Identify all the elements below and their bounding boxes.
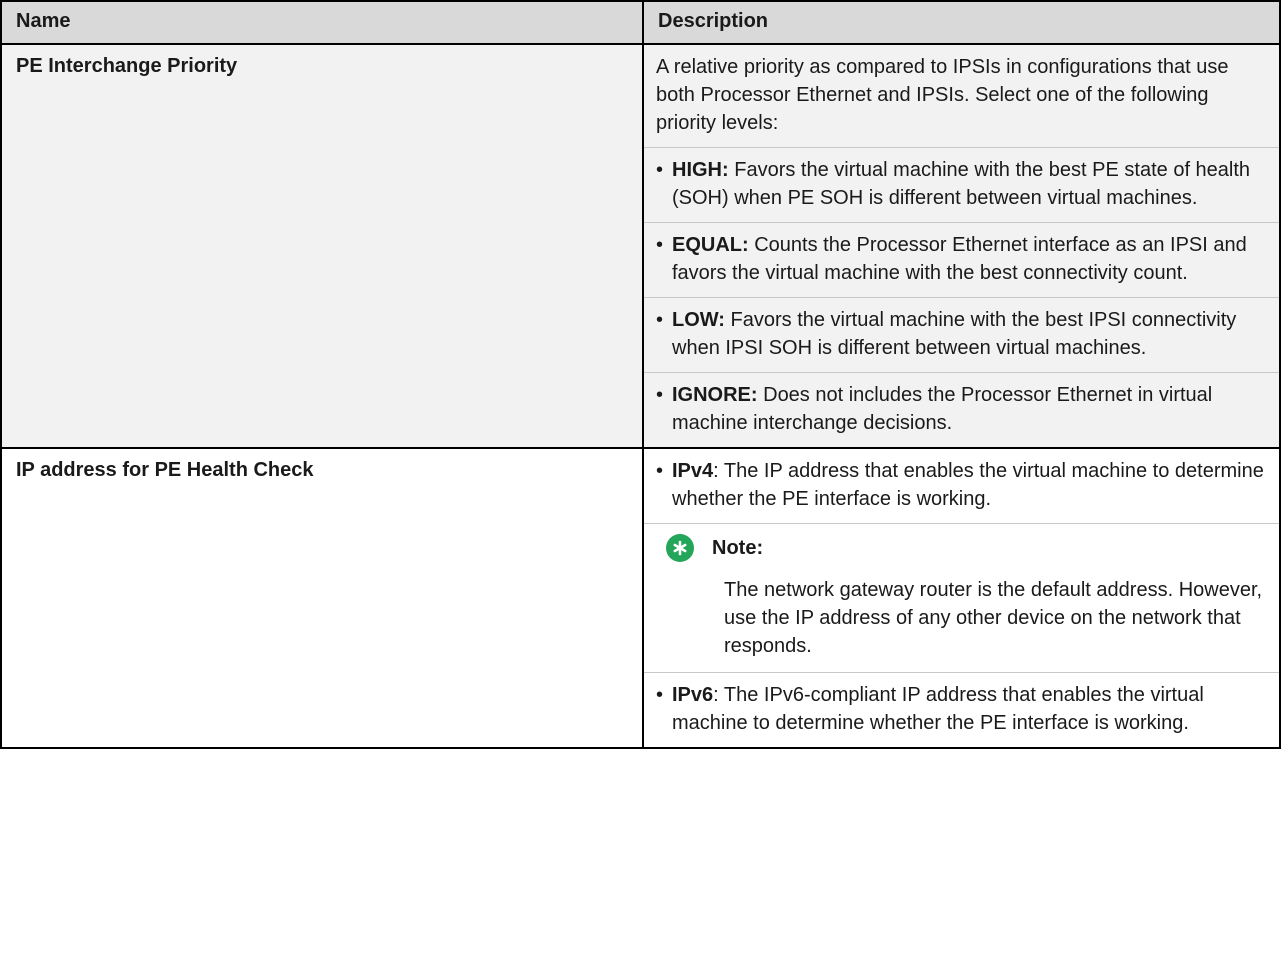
list-item-text: Favors the virtual machine with the best… xyxy=(672,159,1251,209)
list-item-text: Favors the virtual machine with the best… xyxy=(672,309,1237,359)
list-item-term: EQUAL: xyxy=(672,234,749,256)
list-item-term: IPv4 xyxy=(672,460,714,482)
list-item: • IGNORE: Does not includes the Processor… xyxy=(656,384,1213,434)
field-description: • IPv4: The IP address that enables the v… xyxy=(642,447,1281,749)
list-item: • IPv4: The IP address that enables the v… xyxy=(644,449,1279,524)
field-name-pe-interchange-priority: PE Interchange Priority xyxy=(0,43,644,449)
table-header-row: Name Description xyxy=(0,0,1281,45)
list-item: • LOW: Favors the virtual machine with th… xyxy=(644,298,1279,373)
column-header-description: Description xyxy=(642,0,1281,45)
list-item: • HIGH: Favors the virtual machine with t… xyxy=(644,148,1279,223)
note-block: Note: The network gateway router is the … xyxy=(644,524,1279,673)
list-item: • EQUAL: Counts the Processor Ethernet in… xyxy=(644,223,1279,298)
description-intro: A relative priority as compared to IPSIs… xyxy=(644,45,1279,148)
note-label: Note: xyxy=(712,537,764,559)
list-item-term: IPv6 xyxy=(672,684,714,706)
list-item-term: LOW: xyxy=(672,309,725,331)
table-row: PE Interchange Priority A relative prior… xyxy=(0,43,1281,449)
list-item-text: : The IPv6-compliant IP address that ena… xyxy=(672,684,1204,734)
list-item-text: Counts the Processor Ethernet interface … xyxy=(672,234,1247,284)
field-description: A relative priority as compared to IPSIs… xyxy=(642,43,1281,449)
table-row: IP address for PE Health Check • IPv4: Th… xyxy=(0,447,1281,749)
list-item-text: : The IP address that enables the virtua… xyxy=(672,460,1264,510)
note-asterisk-icon xyxy=(666,534,694,562)
note-text: The network gateway router is the defaul… xyxy=(724,579,1263,657)
column-header-name: Name xyxy=(0,0,644,45)
parameters-table: Name Description PE Interchange Priority… xyxy=(0,0,1281,749)
list-item-term: HIGH: xyxy=(672,159,729,181)
list-item: • IPv6: The IPv6-compliant IP address tha… xyxy=(656,684,1204,734)
list-item-term: IGNORE: xyxy=(672,384,758,406)
field-name-ip-address-health-check: IP address for PE Health Check xyxy=(0,447,644,749)
